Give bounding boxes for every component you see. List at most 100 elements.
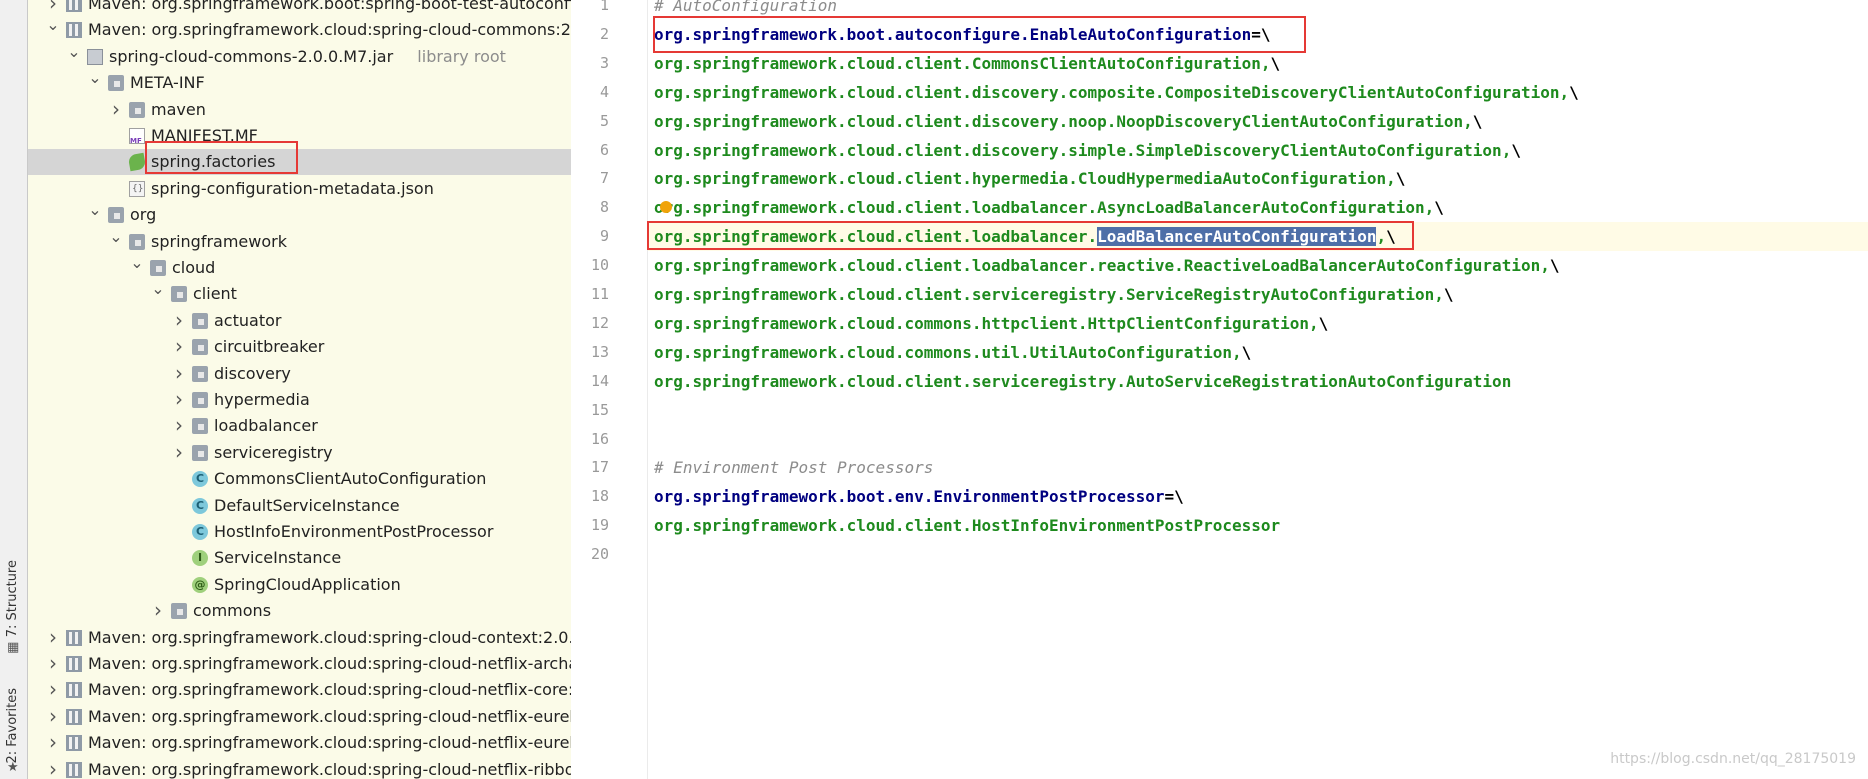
tree-row[interactable]: ⌄ cloud [28, 253, 571, 281]
code-line[interactable]: org.springframework.cloud.client.loadbal… [648, 222, 1868, 252]
chevron-down-icon[interactable]: ⌄ [46, 12, 60, 38]
tree-row[interactable]: › commons [28, 598, 571, 624]
manifest-file-icon [129, 128, 145, 145]
chevron-down-icon[interactable]: ⌄ [88, 197, 102, 223]
line-number: 1 [599, 0, 609, 14]
line-number: 3 [599, 53, 609, 72]
code-line[interactable]: org.springframework.cloud.client.discove… [648, 107, 1868, 136]
chevron-right-icon[interactable]: › [172, 360, 186, 386]
tree-row[interactable]: › hypermedia [28, 387, 571, 413]
code-line[interactable]: org.springframework.cloud.client.loadbal… [648, 251, 1868, 280]
tree-row[interactable]: › Maven: org.springframework.cloud:spring… [28, 625, 571, 651]
chevron-down-icon[interactable]: ⌄ [88, 65, 102, 91]
chevron-right-icon[interactable]: › [46, 676, 60, 702]
structure-tab[interactable]: 7: Structure [5, 560, 20, 637]
tree-row[interactable]: › Maven: org.springframework.cloud:spring… [28, 757, 571, 779]
chevron-down-icon[interactable]: ⌄ [109, 224, 123, 250]
code-line[interactable]: org.springframework.cloud.commons.httpcl… [648, 309, 1868, 338]
tree-row[interactable]: spring-configuration-metadata.json [28, 176, 571, 202]
tree-row[interactable]: › actuator [28, 308, 571, 334]
code-line[interactable]: # Environment Post Processors [648, 453, 1868, 482]
code-line[interactable]: org.springframework.cloud.client.hyperme… [648, 164, 1868, 193]
favorites-tab[interactable]: 2: Favorites [5, 688, 20, 764]
tree-row[interactable]: @ SpringCloudApplication [28, 572, 571, 598]
code-line[interactable]: org.springframework.cloud.client.HostInf… [648, 511, 1868, 540]
tree-row[interactable]: › loadbalancer [28, 413, 571, 439]
tree-row[interactable]: ⌄ spring-cloud-commons-2.0.0.M7.jar librar… [28, 42, 571, 70]
code-line[interactable]: org.springframework.cloud.client.service… [648, 280, 1868, 309]
structure-icon[interactable]: ▦ [7, 640, 19, 655]
tree-row[interactable]: I ServiceInstance [28, 545, 571, 571]
tree-row[interactable]: ⌄ springframework [28, 227, 571, 255]
library-icon [66, 0, 82, 12]
code-line[interactable]: # AutoConfiguration [648, 0, 1868, 20]
tree-row-label: SpringCloudApplication [214, 574, 401, 594]
tree-row[interactable]: › circuitbreaker [28, 334, 571, 360]
chevron-down-icon[interactable]: ⌄ [130, 250, 144, 276]
tree-row[interactable]: spring.factories [28, 149, 571, 176]
line-continuation: \ [1443, 285, 1454, 304]
tree-row[interactable]: › Maven: org.springframework.cloud:spring… [28, 704, 571, 730]
line-number: 13 [590, 342, 609, 361]
property-value: org.springframework.cloud.client.loadbal… [654, 256, 1550, 276]
code-line[interactable] [648, 396, 1868, 425]
code-line[interactable]: org.springframework.cloud.client.discove… [648, 78, 1868, 107]
chevron-right-icon[interactable]: › [172, 333, 186, 359]
chevron-right-icon[interactable]: › [46, 729, 60, 755]
code-comment: # AutoConfiguration [654, 0, 838, 15]
property-value: org.springframework.cloud.commons.util.U… [654, 342, 1242, 362]
tree-row[interactable]: ⌄ META-INF [28, 68, 571, 96]
tree-row[interactable]: ⌄ Maven: org.springframework.cloud:spring… [28, 15, 571, 43]
star-icon[interactable]: ★ [7, 760, 19, 775]
line-number: 20 [590, 545, 609, 564]
tree-row[interactable]: › discovery [28, 361, 571, 387]
line-number: 2 [599, 24, 609, 43]
code-line[interactable] [648, 540, 1868, 569]
line-continuation: =\ [1251, 24, 1271, 44]
line-number: 18 [590, 487, 609, 506]
chevron-right-icon[interactable]: › [172, 307, 186, 333]
tree-row[interactable]: › serviceregistry [28, 440, 571, 466]
folder-icon [129, 101, 145, 118]
code-line[interactable]: org.springframework.cloud.client.Commons… [648, 49, 1868, 78]
library-icon [66, 629, 82, 646]
tree-row[interactable]: › Maven: org.springframework.cloud:spring… [28, 651, 571, 677]
tree-row[interactable]: C DefaultServiceInstance [28, 493, 571, 519]
class-icon: C [192, 524, 208, 540]
chevron-right-icon[interactable]: › [46, 624, 60, 650]
chevron-right-icon[interactable]: › [46, 703, 60, 729]
code-line[interactable]: org.springframework.boot.autoconfigure.E… [648, 20, 1868, 49]
tree-row-label: CommonsClientAutoConfiguration [214, 469, 487, 489]
tree-row[interactable]: ⌄ client [28, 279, 571, 307]
tree-row-label: MANIFEST.MF [151, 126, 258, 145]
tree-row[interactable]: › Maven: org.springframework.cloud:spring… [28, 677, 571, 703]
tree-row-label: Maven: org.springframework.cloud:spring-… [88, 627, 571, 647]
chevron-right-icon[interactable]: › [172, 439, 186, 465]
tree-row-label: Maven: org.springframework.cloud:spring-… [88, 759, 571, 779]
chevron-right-icon[interactable]: › [46, 650, 60, 676]
code-line[interactable]: org.springframework.cloud.client.loadbal… [648, 193, 1868, 222]
code-line[interactable]: org.springframework.cloud.client.service… [648, 367, 1868, 396]
chevron-right-icon[interactable]: › [151, 597, 165, 623]
tree-row-label: Maven: org.springframework.cloud:spring-… [88, 733, 571, 753]
code-line[interactable]: org.springframework.boot.env.Environment… [648, 482, 1868, 511]
line-continuation: \ [1569, 82, 1579, 102]
code-line[interactable] [648, 425, 1868, 454]
chevron-right-icon[interactable]: › [172, 386, 186, 412]
tree-row[interactable]: C CommonsClientAutoConfiguration [28, 466, 571, 492]
tree-row[interactable]: C HostInfoEnvironmentPostProcessor [28, 519, 571, 545]
tree-row[interactable]: › Maven: org.springframework.boot:spring-… [28, 0, 571, 17]
tree-row[interactable]: MANIFEST.MF [28, 123, 571, 149]
code-line[interactable]: org.springframework.cloud.client.discove… [648, 136, 1868, 165]
line-continuation: \ [1270, 53, 1281, 73]
chevron-down-icon[interactable]: ⌄ [67, 39, 81, 65]
chevron-right-icon[interactable]: › [109, 96, 123, 122]
tree-row[interactable]: › maven [28, 97, 571, 123]
chevron-right-icon[interactable]: › [46, 756, 60, 779]
chevron-right-icon[interactable]: › [172, 412, 186, 438]
tree-row[interactable]: › Maven: org.springframework.cloud:spring… [28, 730, 571, 756]
code-line[interactable]: org.springframework.cloud.commons.util.U… [648, 338, 1868, 367]
line-continuation: \ [1386, 227, 1396, 247]
editor[interactable]: # AutoConfiguration org.springframework.b… [648, 0, 1868, 779]
chevron-down-icon[interactable]: ⌄ [151, 276, 165, 302]
